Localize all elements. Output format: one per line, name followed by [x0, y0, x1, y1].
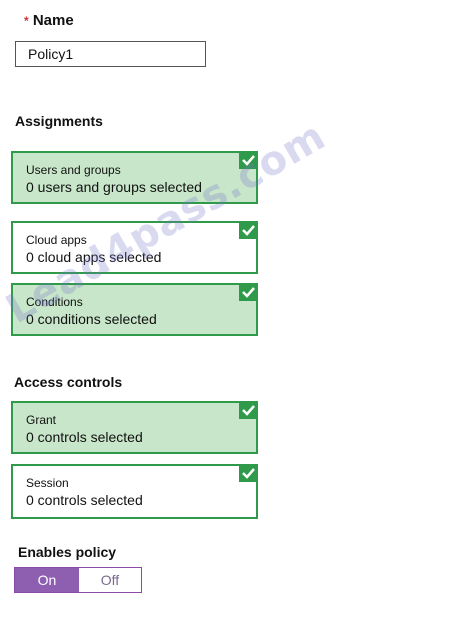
- card-value: 0 cloud apps selected: [26, 249, 162, 265]
- checkmark-icon: [239, 464, 258, 482]
- toggle-off-option[interactable]: Off: [79, 568, 141, 592]
- checkmark-icon: [239, 283, 258, 301]
- card-users-and-groups[interactable]: Users and groups 0 users and groups sele…: [11, 151, 258, 204]
- enable-policy-label: Enables policy: [18, 544, 117, 560]
- card-title: Session: [26, 476, 69, 490]
- checkmark-icon: [239, 221, 258, 239]
- card-title: Grant: [26, 413, 57, 427]
- card-grant[interactable]: Grant 0 controls selected: [11, 401, 258, 454]
- card-title: Users and groups: [26, 163, 121, 177]
- name-input[interactable]: [15, 41, 206, 67]
- card-value: 0 controls selected: [26, 429, 143, 445]
- checkmark-icon: [239, 401, 258, 419]
- card-cloud-apps[interactable]: Cloud apps 0 cloud apps selected: [11, 221, 258, 274]
- card-title: Cloud apps: [26, 233, 87, 247]
- name-field-label: * Name: [24, 12, 74, 29]
- card-value: 0 conditions selected: [26, 311, 157, 327]
- checkmark-icon: [239, 151, 258, 169]
- name-label-text: Name: [32, 12, 74, 29]
- card-value: 0 controls selected: [26, 492, 143, 508]
- toggle-on-option[interactable]: On: [15, 568, 79, 592]
- assignments-heading: Assignments: [15, 113, 103, 129]
- enable-policy-toggle[interactable]: On Off: [14, 567, 142, 593]
- card-conditions[interactable]: Conditions 0 conditions selected: [11, 283, 258, 336]
- access-controls-heading: Access controls: [14, 374, 123, 390]
- required-marker: *: [24, 14, 29, 28]
- card-title: Conditions: [26, 295, 83, 309]
- card-value: 0 users and groups selected: [26, 179, 202, 195]
- card-session[interactable]: Session 0 controls selected: [11, 464, 258, 519]
